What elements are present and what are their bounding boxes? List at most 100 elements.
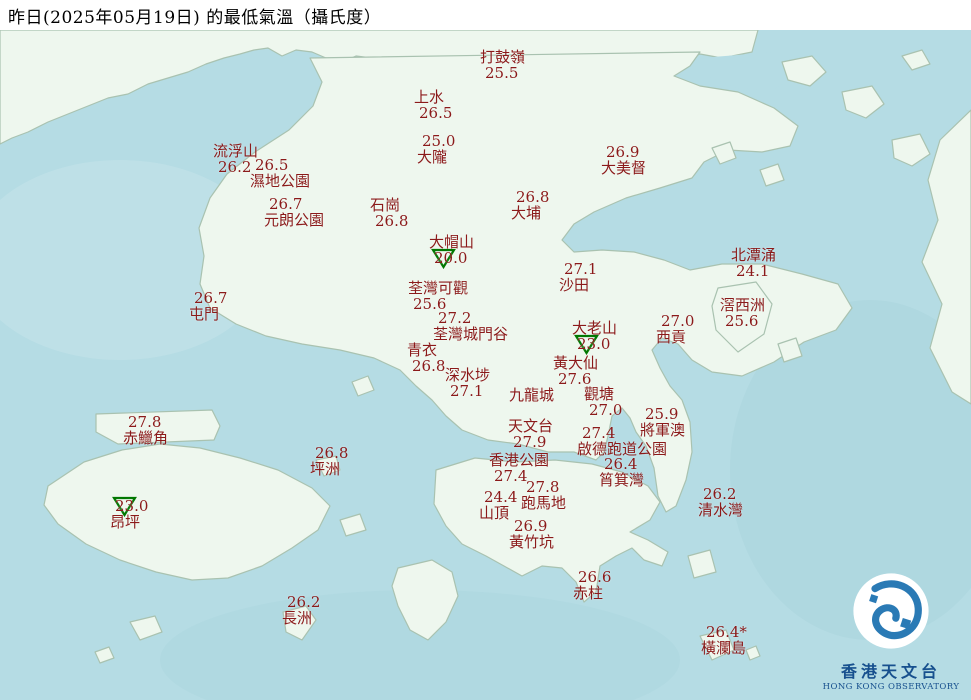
station-temp-value: 26.4 [604,455,638,473]
station-temp-value: 25.9 [645,405,679,423]
station-name: 坪洲 [310,460,341,478]
hko-logo: 香港天文台 HONG KONG OBSERVATORY [821,571,961,692]
station-temp-value: 26.2 [703,485,737,503]
station-name: 西貢 [656,328,687,346]
station-name: 筲箕灣 [599,471,645,489]
station-temp: 26.2 [287,594,320,610]
station-temp: 26.9 [514,518,554,534]
station-temp-value: 27.1 [564,260,598,278]
station-name: 黃竹坑 [509,533,555,551]
station-name: 赤柱 [573,584,604,602]
station-temp: 25.0 [422,133,455,149]
weather-station: 26.5 濕地公園 [250,157,310,189]
station-temp: 24.1 [736,263,776,279]
station-temp: 27.1 [450,383,490,399]
weather-station: 26.9 大美督 [601,144,646,176]
weather-station: 觀塘 27.0 [584,386,622,418]
weather-station: 27.0 西貢 [656,313,694,345]
station-temp-value: 25.6 [725,312,759,330]
station-temp-value: 27.8 [128,413,162,431]
station-temp-value: 24.4 [484,488,518,506]
weather-station: 九龍城 [509,387,554,403]
weather-station: 23.0 昂坪 [110,496,148,530]
weather-station: 26.8 大埔 [511,189,549,221]
min-temperature-map-screen: 昨日(2025年05月19日) 的最低氣溫（攝氏度） 打鼓嶺 25.5 上水 26.5… [0,0,971,700]
station-temp-value: 27.9 [513,433,547,451]
weather-station: 26.4 筲箕灣 [599,456,644,488]
weather-station: 26.7 屯門 [189,290,227,322]
station-temp: 26.2 [703,486,743,502]
weather-station: 26.2 長洲 [282,594,320,626]
station-temp-value: 23.0 [577,335,611,353]
station-temp: 20.0 [431,248,474,269]
weather-station: 打鼓嶺 25.5 [480,49,525,81]
station-temp: 27.9 [513,434,553,450]
station-temp-value: 26.8 [516,188,550,206]
station-name: 打鼓嶺 [480,48,526,66]
station-temp: 23.0 [112,496,148,517]
station-temp: 25.9 [645,406,685,422]
station-temp-value: 26.5 [419,104,453,122]
station-temp-value: 20.0 [434,249,468,267]
weather-station: 26.2 清水灣 [698,486,743,518]
weather-station: 27.1 沙田 [559,261,597,293]
station-temp-value: 26.8 [315,444,349,462]
station-temp-value: 27.4 [582,424,616,442]
station-name: 清水灣 [698,501,744,519]
weather-station: 石崗 26.8 [370,197,408,229]
station-name: 北潭涌 [731,246,777,264]
station-temp-value: 26.2 [218,158,252,176]
station-temp-value: 26.7 [269,195,303,213]
weather-station: 26.6 赤柱 [573,569,611,601]
station-temp: 27.8 [526,479,566,495]
station-temp: 26.8 [375,213,408,229]
station-temp-value: 26.7 [194,289,228,307]
station-temp: 26.6 [578,569,611,585]
station-name: 深水埗 [445,366,491,384]
weather-station: 滘西洲 25.6 [720,297,765,329]
hko-name-english: HONG KONG OBSERVATORY [822,682,960,692]
weather-station: 北潭涌 24.1 [731,247,776,279]
weather-station: 27.4 啟德跑道公園 [577,425,667,457]
station-temp: 23.0 [574,334,617,355]
station-name: 九龍城 [509,386,555,404]
station-temp: 26.5 [419,105,452,121]
station-name: 大隴 [417,148,448,166]
station-temp-value: 27.2 [438,309,472,327]
station-temp-value: 24.1 [736,262,770,280]
station-name: 長洲 [282,609,313,627]
station-temp: 26.7 [194,290,227,306]
station-temp-value: 26.9 [606,143,640,161]
station-temp-value: 26.6 [578,568,612,586]
station-temp: 24.4 [484,489,517,505]
station-temp-value: 25.5 [485,64,519,82]
station-name: 觀塘 [584,385,615,403]
station-temp-value: 27.0 [661,312,695,330]
weather-station: 27.8 跑馬地 [521,479,566,511]
station-temp: 27.8 [128,414,168,430]
station-name: 荃灣城門谷 [433,325,509,343]
station-temp: 27.1 [564,261,597,277]
station-temp: 26.8 [516,189,549,205]
station-temp: 26.7 [269,196,324,212]
weather-station: 27.8 赤鱲角 [123,414,168,446]
hko-name-chinese: 香港天文台 [840,662,941,681]
station-name: 元朗公園 [264,211,325,229]
station-temp: 26.8 [315,445,348,461]
station-name: 屯門 [189,305,220,323]
weather-station: 26.9 黃竹坑 [509,518,554,550]
station-name: 青衣 [407,341,438,359]
station-name: 赤鱲角 [123,429,169,447]
station-name: 天文台 [508,417,554,435]
hko-logo-icon [853,573,929,649]
title-bar: 昨日(2025年05月19日) 的最低氣溫（攝氏度） [0,0,971,30]
weather-station: 上水 26.5 [414,89,452,121]
weather-station: 青衣 26.8 [407,342,445,374]
station-temp: 26.8 [412,358,445,374]
weather-station: 26.7 元朗公園 [264,196,324,228]
station-name: 跑馬地 [521,494,567,512]
weather-station: 荃灣可觀 25.6 [408,280,468,312]
weather-station: 大帽山 20.0 [429,234,474,269]
station-temp: 25.6 [725,313,765,329]
weather-station: 大老山 23.0 [572,320,617,355]
